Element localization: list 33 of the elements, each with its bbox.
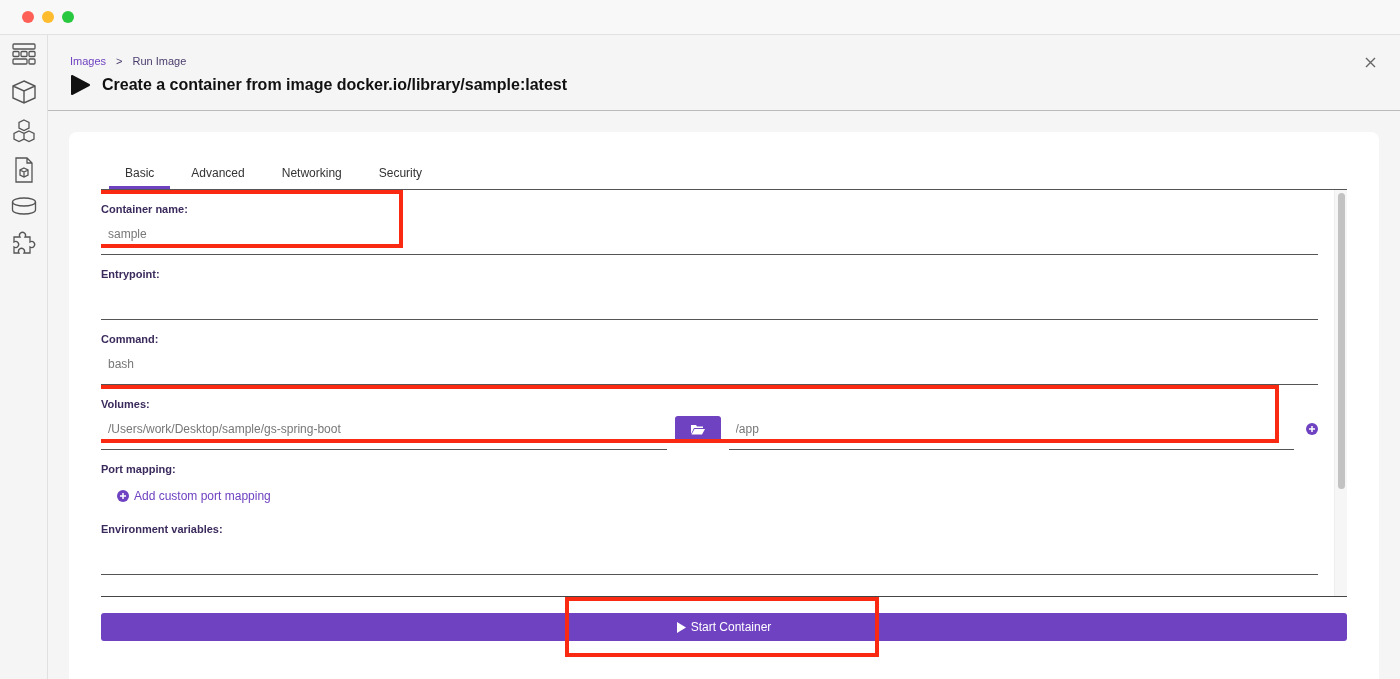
field-label: Environment variables: (101, 523, 223, 535)
field-label: Entrypoint: (101, 268, 160, 280)
text-field[interactable]: sample (101, 213, 1318, 255)
scrollbar-thumb[interactable] (1337, 193, 1345, 489)
field-label: Port mapping: (101, 463, 176, 475)
folder-icon (690, 423, 705, 435)
host-path-field[interactable]: /Users/work/Desktop/sample/gs-spring-boot (101, 408, 667, 450)
breadcrumb-separator: > (116, 55, 123, 67)
field-label: Command: (101, 333, 159, 345)
dashboard-icon[interactable] (11, 43, 36, 65)
add-icon[interactable] (1306, 423, 1318, 435)
puzzle-icon[interactable] (10, 229, 37, 255)
field-label: Volumes: (101, 398, 150, 410)
breadcrumb-current: Run Image (132, 55, 187, 67)
start-container-button[interactable]: Start Container (101, 613, 1347, 641)
text-field[interactable]: bash (101, 343, 1318, 385)
add-port-mapping-link[interactable]: Add custom port mapping (117, 489, 271, 503)
document-cube-icon[interactable] (13, 157, 34, 183)
play-icon (676, 621, 686, 633)
breadcrumb-link[interactable]: Images (70, 55, 107, 67)
close-icon[interactable] (1365, 57, 1376, 68)
tab[interactable]: Security (362, 162, 439, 189)
database-icon[interactable] (10, 197, 37, 215)
tab[interactable]: Networking (265, 162, 358, 189)
close-window-button[interactable] (22, 11, 34, 23)
field-label: Container name: (101, 203, 188, 215)
page-title: Create a container from image docker.io/library/sample:latest (102, 76, 568, 94)
tab[interactable]: Advanced (175, 162, 261, 189)
play-icon (70, 75, 90, 95)
container-path-field[interactable]: /app (728, 408, 1294, 450)
tab[interactable]: Basic (109, 162, 171, 189)
cube-icon[interactable] (10, 79, 37, 105)
add-icon (117, 490, 129, 502)
